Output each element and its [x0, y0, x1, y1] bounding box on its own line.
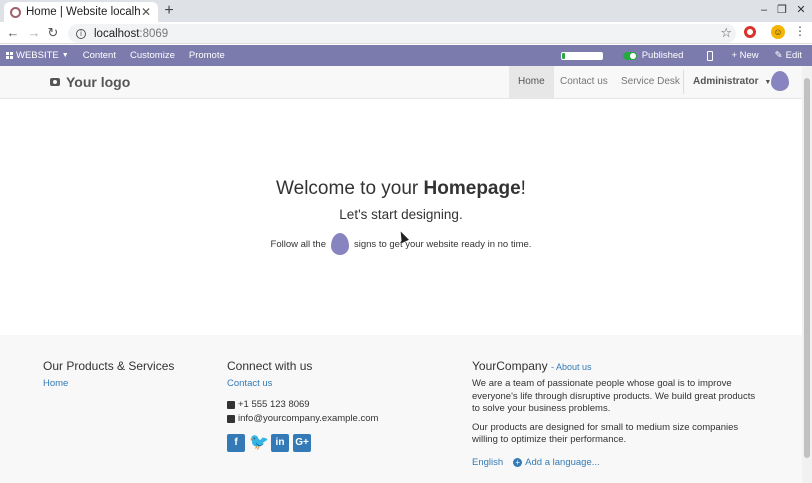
- site-info-icon[interactable]: i: [76, 28, 86, 39]
- footer-connect-column: Connect with us Contact us +1 555 123 80…: [227, 359, 378, 452]
- profile-avatar-icon[interactable]: ☺: [771, 25, 785, 39]
- plus-circle-icon: +: [513, 457, 523, 467]
- footer-connect-heading: Connect with us: [227, 359, 313, 373]
- toggle-switch-icon: [622, 51, 637, 60]
- new-tab-icon[interactable]: +: [162, 2, 176, 20]
- site-footer: Our Products & Services Home Connect wit…: [0, 335, 802, 483]
- odoo-droplet-icon[interactable]: [771, 71, 789, 91]
- social-links: f 🐦 in G+: [227, 434, 378, 452]
- browser-tab[interactable]: Home | Website localhost ✕: [4, 2, 158, 22]
- odoo-droplet-icon: [331, 233, 349, 255]
- company-description: We are a team of passionate people whose…: [472, 378, 756, 414]
- browser-toolbar: ← → ↻ i localhost :8069 ☆: [0, 22, 812, 44]
- envelope-icon: [227, 414, 235, 423]
- company-name: YourCompany: [472, 359, 548, 373]
- nav-divider: [683, 70, 684, 94]
- opera-extension-icon[interactable]: [744, 26, 756, 38]
- hero-title: Welcome to your Homepage!: [0, 178, 802, 200]
- footer-link-home[interactable]: Home: [43, 378, 174, 389]
- language-english[interactable]: English: [472, 457, 503, 468]
- browser-menu-icon[interactable]: ⋮: [794, 24, 806, 38]
- hero-title-bold: Homepage: [423, 178, 521, 199]
- mobile-preview-button[interactable]: [701, 50, 719, 61]
- website-menu-label: WEBSITE: [16, 50, 59, 61]
- reload-icon[interactable]: ↻: [45, 24, 61, 42]
- minimize-icon[interactable]: –: [757, 2, 771, 18]
- browser-tabstrip: Home | Website localhost ✕ + – ❐ ✕: [0, 0, 812, 22]
- administrator-label: Administrator: [693, 76, 759, 87]
- twitter-icon[interactable]: 🐦: [249, 434, 269, 452]
- email-address: info@yourcompany.example.com: [238, 413, 379, 424]
- footer-company-column: YourCompany - About us We are a team of …: [472, 359, 764, 468]
- phone-icon: [227, 400, 235, 409]
- language-selector: English + Add a language...: [472, 457, 764, 468]
- footer-link-contact-us[interactable]: Contact us: [227, 378, 378, 389]
- logo-text: Your logo: [66, 74, 131, 90]
- add-language-link[interactable]: Add a language...: [525, 457, 599, 468]
- nav-item-service-desk[interactable]: Service Desk: [612, 66, 689, 98]
- website-navbar: Your logo Home Contact us Service Desk A…: [0, 66, 802, 99]
- footer-products-column: Our Products & Services Home: [43, 359, 174, 393]
- address-bar[interactable]: i localhost :8069 ☆: [68, 24, 736, 43]
- facebook-icon[interactable]: f: [227, 434, 245, 452]
- content-menu[interactable]: Content: [77, 50, 122, 61]
- odoo-admin-bar: WEBSITE ▼ Content Customize Promote Publ…: [0, 45, 812, 66]
- hero-subtitle: Let's start designing.: [339, 207, 463, 222]
- camera-icon: [50, 78, 60, 86]
- progress-bar: [560, 51, 603, 60]
- window-close-icon[interactable]: ✕: [794, 2, 808, 18]
- hero-title-suffix: !: [520, 178, 526, 199]
- hero-title-prefix: Welcome to your: [276, 178, 424, 199]
- promote-menu[interactable]: Promote: [183, 50, 231, 61]
- bookmark-star-icon[interactable]: ☆: [720, 25, 732, 41]
- caret-down-icon: ▼: [61, 52, 69, 59]
- company-audience: Our products are designed for small to m…: [472, 421, 739, 446]
- phone-number: +1 555 123 8069: [238, 399, 310, 410]
- published-label: Published: [641, 50, 684, 61]
- hero-line-prefix: Follow all the: [270, 238, 326, 250]
- linkedin-icon[interactable]: in: [271, 434, 289, 452]
- customize-menu[interactable]: Customize: [124, 50, 181, 61]
- about-us-link[interactable]: - About us: [551, 362, 592, 372]
- url-port: :8069: [139, 27, 169, 40]
- footer-products-heading: Our Products & Services: [43, 359, 175, 373]
- new-button[interactable]: + New: [725, 50, 764, 61]
- edit-label: Edit: [785, 50, 802, 61]
- footer-email: info@yourcompany.example.com: [227, 413, 378, 424]
- hero-line-suffix: signs to get your website ready in no ti…: [354, 238, 532, 250]
- tab-title: Home | Website localhost: [26, 6, 140, 18]
- tab-close-icon[interactable]: ✕: [140, 5, 152, 19]
- nav-item-contact-us[interactable]: Contact us: [551, 66, 617, 98]
- administrator-menu[interactable]: Administrator ▼: [693, 66, 771, 98]
- scrollbar-thumb[interactable]: [804, 78, 810, 458]
- progress-fill: [561, 52, 565, 59]
- apps-grid-icon: [6, 52, 13, 59]
- nav-item-home[interactable]: Home: [509, 66, 554, 98]
- back-icon[interactable]: ←: [5, 24, 21, 42]
- odoo-favicon-icon: [10, 6, 21, 18]
- google-plus-icon[interactable]: G+: [293, 434, 311, 452]
- footer-company-heading: YourCompany - About us: [472, 359, 764, 373]
- website-progress[interactable]: [555, 51, 609, 60]
- mobile-icon: [707, 50, 714, 61]
- restore-icon[interactable]: ❐: [775, 2, 789, 18]
- site-logo[interactable]: Your logo: [50, 74, 130, 90]
- pencil-icon: ✎: [774, 50, 783, 61]
- edit-button[interactable]: ✎ Edit: [769, 50, 808, 61]
- forward-icon[interactable]: →: [26, 24, 42, 42]
- website-menu[interactable]: WEBSITE ▼: [0, 50, 75, 61]
- url-host: localhost: [94, 27, 140, 40]
- page-scrollbar[interactable]: [802, 66, 812, 483]
- footer-phone: +1 555 123 8069: [227, 399, 378, 410]
- published-toggle[interactable]: Published: [617, 50, 690, 61]
